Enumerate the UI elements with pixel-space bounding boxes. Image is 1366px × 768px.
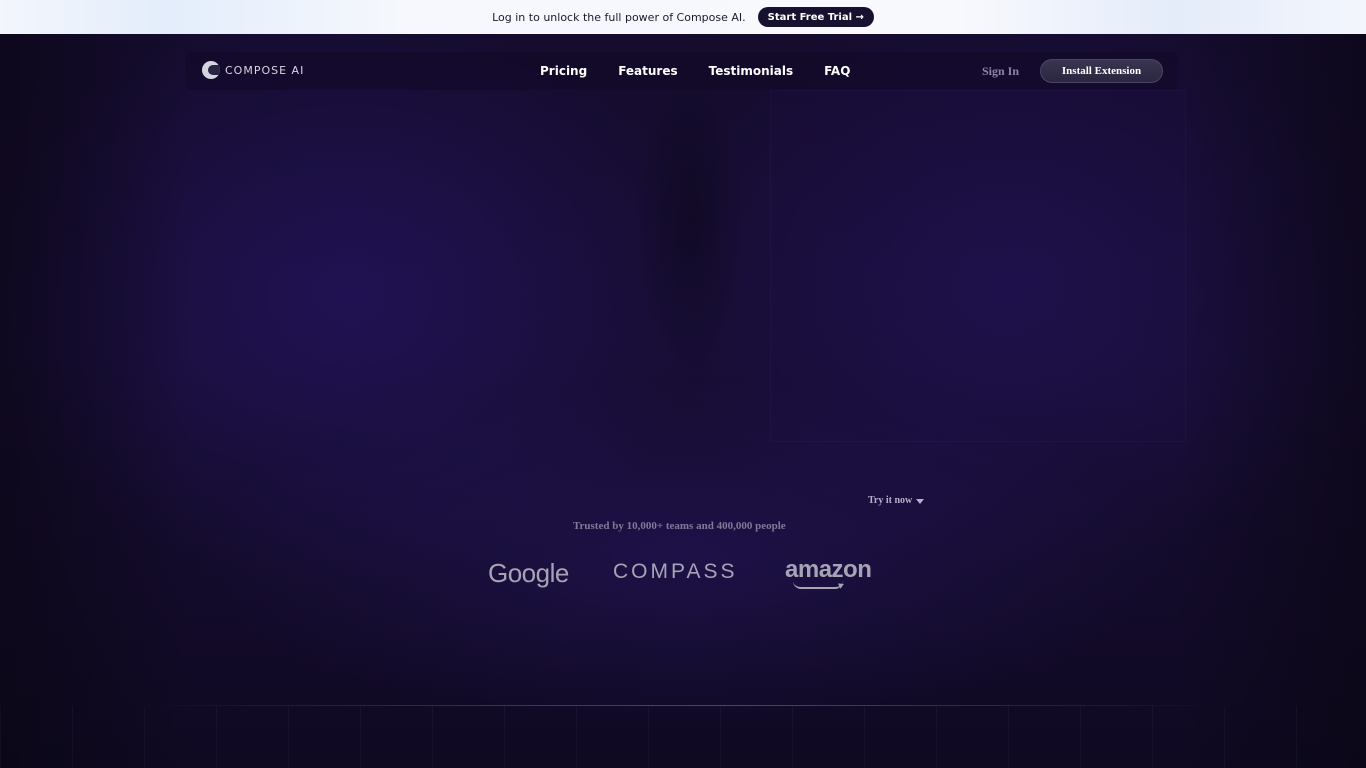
nav-link-pricing[interactable]: Pricing	[540, 64, 587, 78]
amazon-logo: amazon	[785, 556, 872, 583]
logo-text: COMPOSE AI	[225, 63, 305, 77]
page: Log in to unlock the full power of Compo…	[0, 0, 1366, 768]
compass-logo: COMPASS	[613, 560, 738, 583]
hero-shade	[610, 34, 770, 454]
sign-in-link[interactable]: Sign In	[982, 64, 1019, 79]
nav-link-faq[interactable]: FAQ	[824, 64, 850, 78]
caret-down-icon	[916, 498, 925, 504]
start-free-trial-button[interactable]: Start Free Trial →	[757, 7, 874, 27]
install-extension-button[interactable]: Install Extension	[1040, 59, 1163, 83]
amazon-smile-icon	[793, 581, 843, 589]
try-it-now-link[interactable]: Try it now	[868, 495, 925, 506]
background-grid	[0, 706, 1366, 768]
main-navbar: COMPOSE AI Pricing Features Testimonials…	[186, 52, 1178, 90]
banner-message: Log in to unlock the full power of Compo…	[492, 10, 746, 24]
try-it-now-label: Try it now	[868, 495, 913, 506]
nav-link-features[interactable]: Features	[618, 64, 677, 78]
nav-link-testimonials[interactable]: Testimonials	[709, 64, 793, 78]
google-logo: Google	[488, 558, 569, 588]
nav-links: Pricing Features Testimonials FAQ	[540, 52, 850, 90]
trust-text: Trusted by 10,000+ teams and 400,000 peo…	[573, 520, 786, 532]
logo[interactable]: COMPOSE AI	[202, 61, 304, 79]
hero-section: Try it now	[0, 34, 1366, 768]
compose-logo-icon	[202, 61, 220, 79]
demo-panel	[770, 90, 1186, 442]
announcement-banner: Log in to unlock the full power of Compo…	[0, 0, 1366, 34]
customer-logos: Google COMPASS amazon	[488, 556, 888, 590]
